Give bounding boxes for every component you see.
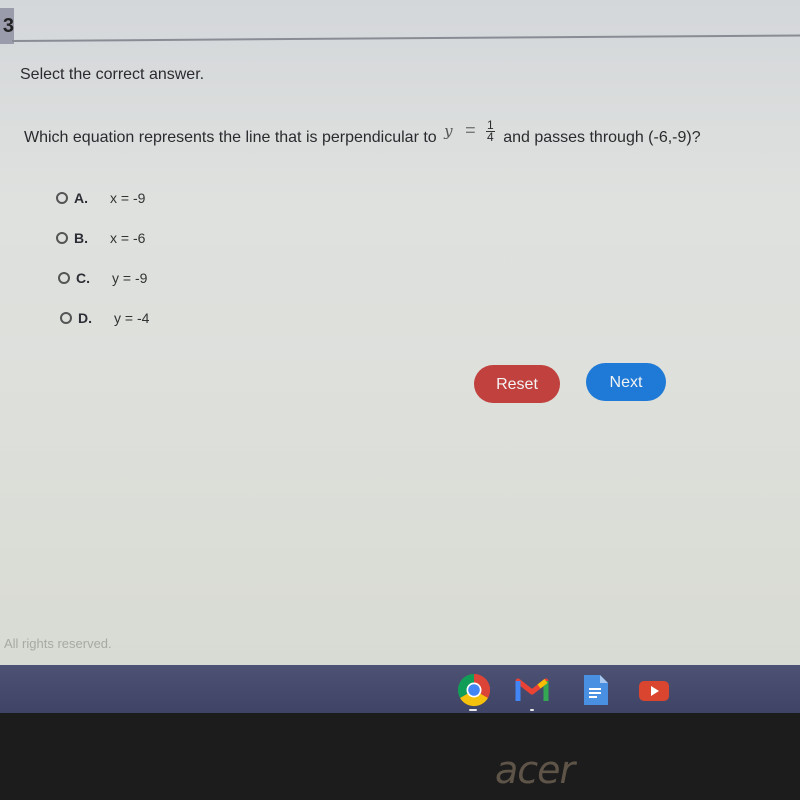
radio-button-icon[interactable] <box>56 232 68 244</box>
option-text: y = -9 <box>112 270 148 286</box>
option-a[interactable]: A. x = -9 <box>56 178 149 218</box>
fraction-denominator: 4 <box>487 130 494 145</box>
radio-button-icon[interactable] <box>56 192 68 204</box>
question-prefix: Which equation represents the line that … <box>24 129 437 146</box>
option-letter: A. <box>74 190 88 206</box>
radio-button-icon[interactable] <box>60 312 72 324</box>
instruction-text: Select the correct answer. <box>20 66 205 83</box>
docs-icon[interactable] <box>579 673 613 707</box>
next-button[interactable]: Next <box>586 363 666 401</box>
option-text: y = -4 <box>114 310 150 326</box>
chrome-active-indicator <box>469 709 477 711</box>
laptop-bezel <box>0 713 800 800</box>
option-c[interactable]: C. y = -9 <box>56 258 149 298</box>
taskbar-shelf <box>0 665 800 713</box>
copyright-footer: All rights reserved. <box>4 636 112 651</box>
equation-variable: y <box>444 122 453 140</box>
header-divider <box>11 34 800 42</box>
laptop-brand-logo: acer <box>495 748 575 792</box>
option-text: x = -6 <box>110 230 146 246</box>
gmail-active-indicator <box>530 709 534 711</box>
option-letter: B. <box>74 230 88 246</box>
question-number: 3 <box>0 8 14 44</box>
equation-fraction: 1 4 <box>486 119 495 145</box>
question-text: Which equation represents the line that … <box>24 119 701 149</box>
option-letter: D. <box>78 310 92 326</box>
answer-options: A. x = -9 B. x = -6 C. y = -9 D. y = -4 <box>56 178 149 338</box>
browser-content: 3 Select the correct answer. Which equat… <box>0 0 800 665</box>
option-letter: C. <box>76 270 90 286</box>
option-b[interactable]: B. x = -6 <box>56 218 149 258</box>
chrome-icon[interactable] <box>457 673 491 707</box>
question-suffix: and passes through (-6,-9)? <box>503 129 701 146</box>
option-d[interactable]: D. y = -4 <box>56 298 149 338</box>
radio-button-icon[interactable] <box>58 272 70 284</box>
reset-button[interactable]: Reset <box>474 365 560 403</box>
option-text: x = -9 <box>110 190 146 206</box>
equation-equals: = <box>465 120 476 140</box>
youtube-icon[interactable] <box>637 673 671 707</box>
gmail-icon[interactable] <box>515 673 549 707</box>
